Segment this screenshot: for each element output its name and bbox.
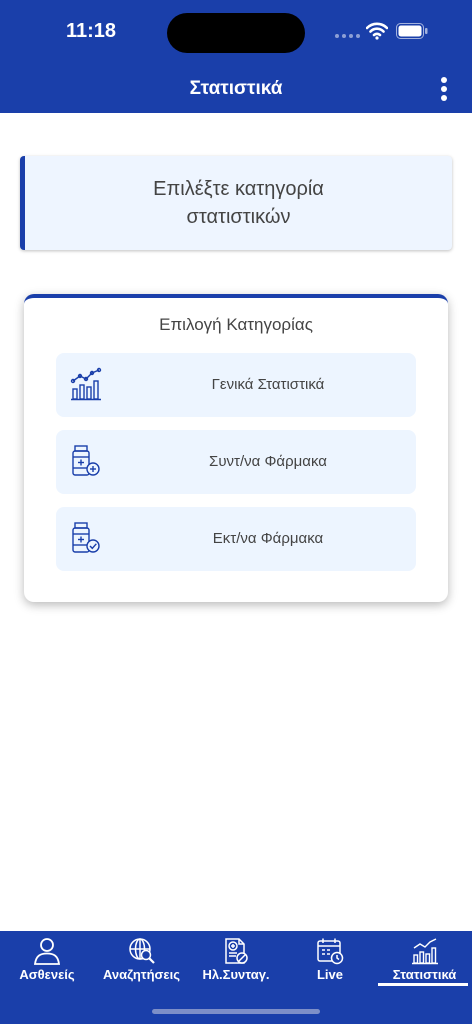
tab-label: Στατιστικά [392, 967, 457, 982]
person-icon [33, 938, 61, 965]
option-dispensed-medicines[interactable]: Εκτ/να Φάρμακα [56, 507, 416, 571]
tab-label: Ασθενείς [19, 967, 75, 982]
option-prescribed-medicines[interactable]: Συντ/να Φάρμακα [56, 430, 416, 494]
tab-label: Ηλ.Συνταγ. [202, 967, 270, 982]
tab-prescriptions[interactable]: Ηλ.Συνταγ. [189, 931, 283, 1001]
chart-growth-icon [411, 938, 438, 965]
search-globe-icon [128, 938, 155, 964]
tab-searches[interactable]: Αναζητήσεις [94, 931, 189, 1001]
more-vertical-icon[interactable] [434, 74, 454, 104]
tab-label: Αναζητήσεις [103, 967, 180, 982]
prescription-icon [225, 938, 248, 964]
option-label: Συντ/να Φάρμακα [209, 453, 327, 470]
signal-icon [335, 34, 360, 38]
option-general-statistics[interactable]: Γενικά Στατιστικά [56, 353, 416, 417]
home-indicator [152, 1009, 320, 1014]
wifi-icon [366, 22, 388, 40]
option-label: Εκτ/να Φάρμακα [212, 530, 324, 547]
tab-patients[interactable]: Ασθενείς [0, 931, 94, 1001]
tab-live[interactable]: Live [283, 931, 377, 1001]
info-box: Επιλέξτε κατηγορία στατιστικών [20, 156, 452, 250]
app-header: 11:18 Στατιστικά [0, 0, 472, 113]
option-label: Γενικά Στατιστικά [211, 376, 325, 393]
medicine-check-icon [72, 522, 100, 553]
status-time: 11:18 [66, 20, 117, 42]
tab-label: Live [316, 967, 343, 982]
card-title: Επιλογή Κατηγορίας [159, 315, 313, 334]
battery-icon [396, 23, 428, 39]
active-tab-indicator [378, 983, 468, 986]
calendar-clock-icon [317, 938, 344, 965]
info-text: Επιλέξτε κατηγορία στατιστικών [153, 178, 324, 228]
tab-statistics[interactable]: Στατιστικά [377, 931, 472, 1001]
category-card: Επιλογή Κατηγορίας Γενικά Στατιστικά Συν… [24, 294, 448, 602]
chart-growth-icon [70, 367, 102, 401]
medicine-plus-icon [72, 445, 100, 476]
dynamic-island [167, 13, 305, 53]
page-title: Στατιστικά [189, 78, 283, 99]
